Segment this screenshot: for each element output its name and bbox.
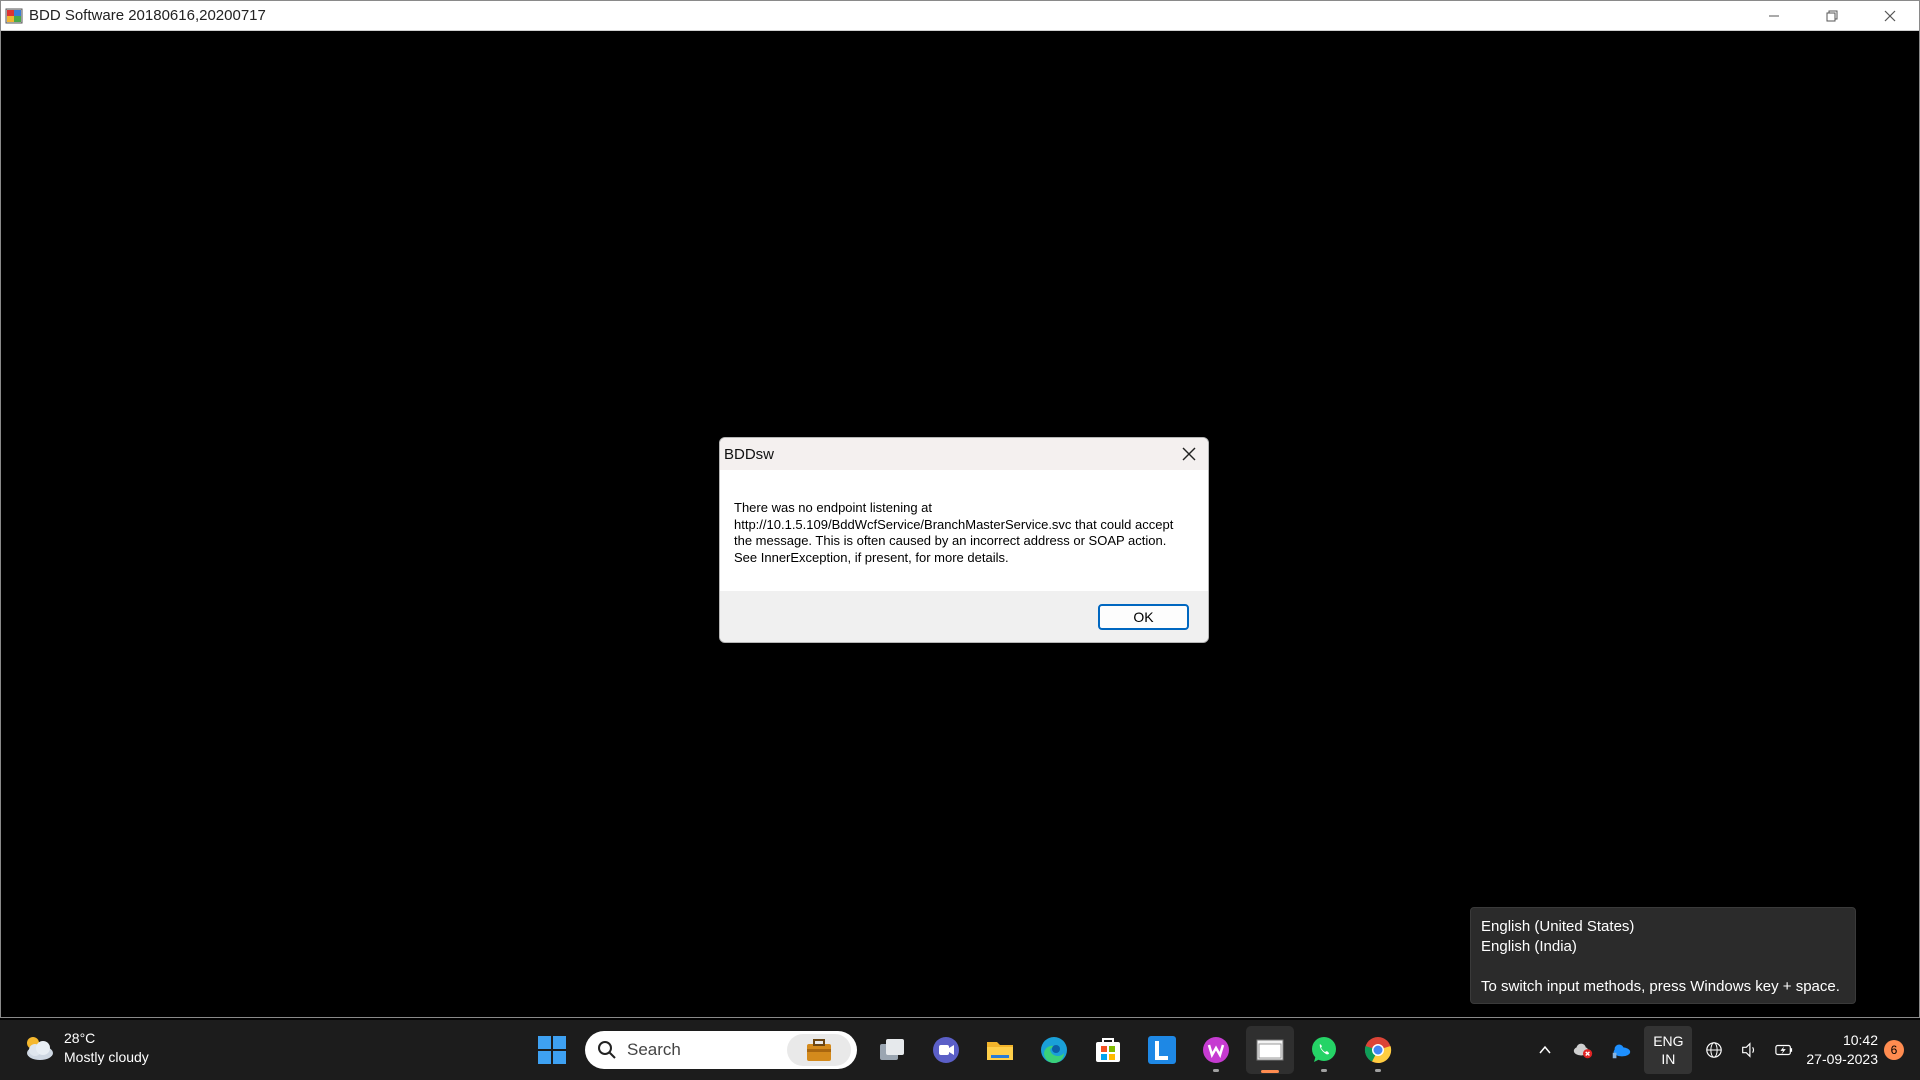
restore-icon [1826, 10, 1838, 22]
weather-temperature: 28°C [64, 1030, 96, 1046]
clock-date: 27-09-2023 [1806, 1051, 1878, 1067]
search-highlight-briefcase-icon[interactable] [787, 1034, 851, 1066]
onedrive-tray-button[interactable] [1606, 1026, 1636, 1074]
taskbar-apps [525, 1026, 1405, 1074]
dialog-body: There was no endpoint listening at http:… [720, 470, 1208, 593]
start-button[interactable] [528, 1026, 576, 1074]
window-titlebar[interactable]: BDD Software 20180616,20200717 [1, 1, 1919, 31]
teams-chat-button[interactable] [922, 1026, 970, 1074]
running-indicator [1321, 1069, 1327, 1072]
whatsapp-icon [1312, 1037, 1336, 1062]
task-view-icon [880, 1039, 904, 1060]
dialog-title: BDDsw [724, 445, 775, 463]
dialog-close-button[interactable] [1180, 445, 1198, 463]
error-dialog: BDDsw There was no endpoint listening at… [719, 437, 1209, 643]
weather-widget[interactable]: 28°C Mostly cloudy [20, 1029, 149, 1067]
weather-condition: Mostly cloudy [64, 1049, 149, 1065]
edge-browser-button[interactable] [1030, 1026, 1078, 1074]
folder-icon [987, 1042, 1013, 1060]
onedrive-icon [1613, 1044, 1631, 1059]
video-chat-icon [933, 1037, 959, 1063]
language-option-india[interactable]: English (India) [1481, 937, 1845, 957]
restore-button[interactable] [1803, 1, 1861, 31]
file-explorer-button[interactable] [976, 1026, 1024, 1074]
window-title: BDD Software 20180616,20200717 [29, 7, 266, 24]
ok-button[interactable]: OK [1098, 604, 1189, 630]
input-language-indicator[interactable]: ENG IN [1644, 1026, 1693, 1074]
l-app-icon [1148, 1036, 1176, 1064]
windows-icon [538, 1036, 566, 1064]
taskbar-search[interactable] [585, 1031, 857, 1069]
battery-tray-button[interactable] [1770, 1026, 1798, 1074]
active-indicator [1261, 1070, 1279, 1073]
running-indicator [1213, 1069, 1219, 1072]
network-tray-button[interactable] [1700, 1026, 1728, 1074]
edge-icon [1041, 1037, 1067, 1063]
close-icon [1884, 10, 1896, 22]
store-button[interactable] [1084, 1026, 1132, 1074]
system-tray: ENG IN 10:42 27-09-2023 6 [1526, 1020, 1920, 1080]
app-window-icon [1256, 1039, 1284, 1061]
taskbar: 28°C Mostly cloudy Search ENG IN 10:42 2… [0, 1020, 1920, 1080]
chevron-up-icon [1539, 1045, 1551, 1054]
search-icon [598, 1041, 616, 1059]
dialog-footer: OK [720, 591, 1208, 642]
notification-badge[interactable]: 6 [1884, 1040, 1904, 1060]
minimize-button[interactable] [1745, 1, 1803, 31]
language-option-us[interactable]: English (United States) [1481, 917, 1845, 937]
language-switch-hint: To switch input methods, press Windows k… [1481, 978, 1840, 995]
minimize-icon [1769, 15, 1779, 17]
speaker-icon [1742, 1042, 1755, 1058]
store-icon [1096, 1038, 1120, 1062]
close-icon [1182, 447, 1196, 461]
region-code: IN [1661, 1051, 1676, 1067]
dialog-titlebar[interactable]: BDDsw [720, 438, 1208, 470]
task-view-button[interactable] [868, 1026, 916, 1074]
chrome-button[interactable] [1354, 1026, 1402, 1074]
clock-time: 10:42 [1842, 1032, 1878, 1048]
show-hidden-icons-button[interactable] [1530, 1026, 1560, 1074]
whatsapp-button[interactable] [1300, 1026, 1348, 1074]
search-input[interactable] [627, 1040, 777, 1060]
volume-tray-button[interactable] [1736, 1026, 1762, 1074]
dialog-message: There was no endpoint listening at http:… [734, 500, 1174, 565]
input-language-tooltip: English (United States) English (India) … [1470, 907, 1856, 1004]
wps-icon [1203, 1037, 1229, 1063]
app-icon [5, 7, 23, 25]
cloud-sun-icon [20, 1033, 56, 1063]
globe-icon [1706, 1042, 1723, 1058]
wps-office-button[interactable] [1192, 1026, 1240, 1074]
close-window-button[interactable] [1861, 1, 1919, 31]
l-app-button[interactable] [1138, 1026, 1186, 1074]
battery-charging-icon [1775, 1044, 1793, 1056]
bdd-software-taskbar-button[interactable] [1246, 1026, 1294, 1074]
language-code: ENG [1653, 1033, 1684, 1049]
sync-error-tray-button[interactable] [1568, 1026, 1598, 1074]
clock[interactable]: 10:42 27-09-2023 [1806, 1026, 1878, 1074]
running-indicator [1375, 1069, 1381, 1072]
chrome-icon [1364, 1037, 1392, 1064]
window-controls [1745, 1, 1919, 31]
cloud-error-icon [1574, 1043, 1593, 1059]
